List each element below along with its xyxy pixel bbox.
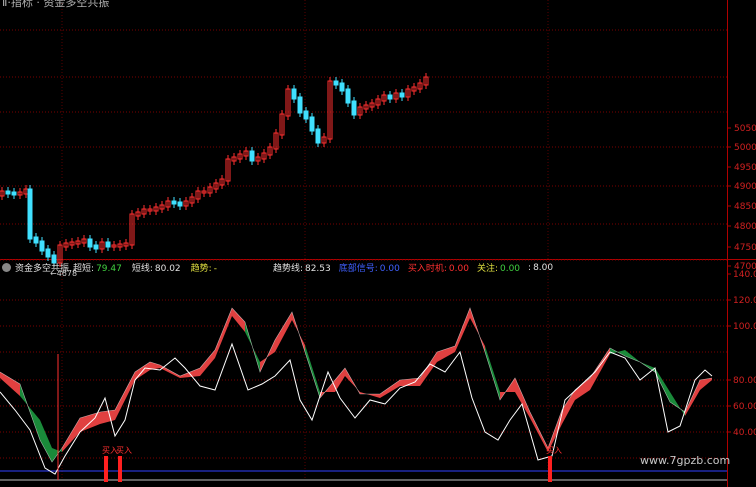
indicator-item: 买入时机: 0.00 [408,261,473,274]
trend-ribbon [100,410,115,424]
indicator-item-label: 超短: [73,264,95,274]
indicator-item-label: 买入时机: [407,264,447,274]
candle-body [93,244,99,250]
indicator-item-label: 关注: [476,264,498,274]
indicator-item-label: : [528,262,532,273]
price-tick-label: 4900 [734,182,756,192]
indicator-tick-label: 60.00 [733,402,756,412]
price-tick-label: 5050 [734,124,756,134]
indicator-item-value: 0.00 [499,264,521,274]
trend-ribbon [335,368,345,392]
trend-ribbon [590,348,610,390]
candle-body [5,190,11,195]
indicator-item-label: 底部信号: [338,264,378,274]
stock-chart-window: 5050 5000 4950 4900 4850 4800 4750 4700 ←4678 14… [0,0,756,487]
trend-ribbon [455,308,470,352]
candle-body [291,88,297,100]
indicator-item: 趋势线: 82.53 [273,261,335,274]
trend-ribbon [380,380,400,398]
indicator-axis: 140.00 120.00 100.00 80.00 60.00 40.00 [727,270,756,438]
indicator-item-value: 0.00 [448,264,469,274]
watermark: www.7gpzb.com [640,454,731,467]
price-tick-label: 4800 [734,222,756,232]
price-tick-label: 4850 [734,202,756,212]
candle-body [105,241,111,248]
indicator-item: 超短: 79.47 [73,261,126,274]
candle-body [11,191,17,196]
candle-body [339,82,345,92]
trend-ribbon [420,352,437,386]
window-title: Ⅱ·指标 · 资金多空共振 [2,0,110,9]
candle-body [351,100,357,116]
candle-body [387,94,393,100]
candle-body [333,80,339,86]
indicator-item-label: 趋势: [190,264,212,274]
buy-signal-bar [118,456,122,482]
indicator-item-value: - [213,264,217,274]
indicator-item-value: 8.00 [533,262,554,273]
candle-body [399,92,405,98]
trend-ribbon [0,372,20,396]
candle-body [45,248,51,258]
indicator-item-value: 82.53 [304,264,331,274]
indicator-tick-label: 80.00 [733,376,756,386]
candle-body [249,150,255,162]
candle-body [297,96,303,114]
indicator-tick-label: 140.00 [733,270,756,280]
trend-ribbon [275,312,292,352]
indicator-tick-label: 100.00 [733,322,756,332]
candle-body [33,236,39,244]
indicator-item-value: 0.00 [379,264,400,274]
indicator-item: 趋势: - [191,261,221,274]
chart-canvas[interactable]: 50505000495049004850480047504700←4678 14… [0,0,756,487]
buy-signal-bar [104,456,108,482]
trend-ribbon [200,350,215,376]
trend-ribbon [437,346,455,362]
indicator-item-label: 短线: [131,264,153,274]
settings-icon[interactable] [2,263,11,272]
candlestick-series [0,73,429,267]
candle-body [309,116,315,132]
price-tick-label: 5000 [734,143,756,153]
candle-body [87,238,93,248]
candle-body [177,201,183,207]
price-tick-label: 4950 [734,163,756,173]
indicator-item: 关注: 0.00 [477,261,524,274]
candle-body [39,240,45,252]
candle-body [171,200,177,205]
indicator-info-bar: 资金多空共振 超短: 79.47 短线: 80.02 趋势: - 趋势线: 82.53 底部信号… [0,261,561,274]
indicator-item: :8.00 [528,263,557,273]
buy-signal-label: 买入 [546,446,562,455]
indicator-tick-label: 40.00 [733,428,756,438]
indicator-item-label: 趋势线: [272,264,303,274]
trend-ribbon [305,345,320,398]
indicator-tick-label: 120.00 [733,296,756,306]
buy-signal-bar [548,456,552,482]
fast-line [0,307,713,463]
trend-ribbon [515,378,530,418]
candle-body [27,188,33,240]
trend-ribbon [40,420,52,462]
indicator-item: 底部信号: 0.00 [339,261,404,274]
candle-body [345,88,351,104]
indicator-item: 短线: 80.02 [132,261,185,274]
buy-signal-label: 买入 [116,446,132,455]
candle-body [315,128,321,144]
candle-body [303,110,309,120]
indicator-item-value: 79.47 [96,264,122,274]
indicator-item-value: 80.02 [154,264,181,274]
trend-ribbon [670,392,685,416]
price-tick-label: 4750 [734,243,756,253]
trend-ribbon [360,392,380,398]
trend-ribbon [115,372,135,420]
indicator-name: 资金多空共振 [15,264,70,274]
